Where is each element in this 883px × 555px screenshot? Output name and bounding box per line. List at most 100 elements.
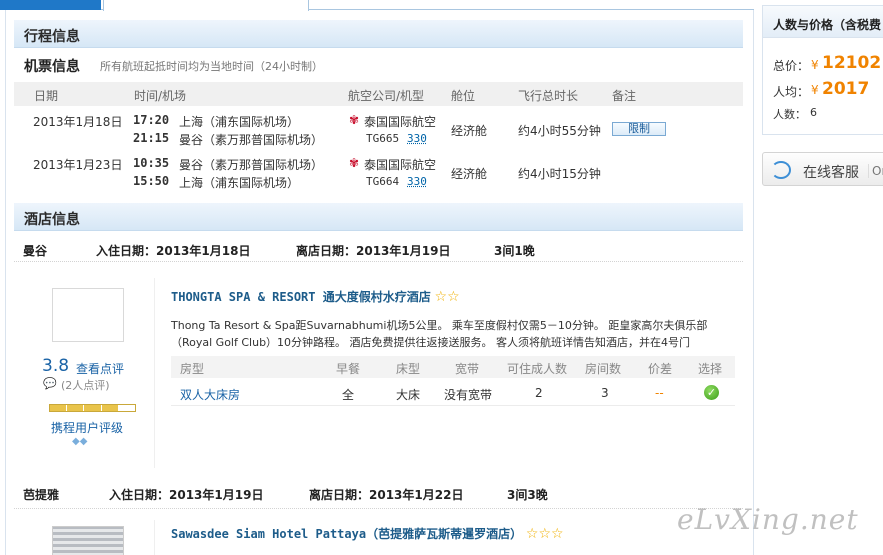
rating-segment	[84, 405, 102, 411]
price-summary-panel: 人数与价格（含税费 总价： ¥ 12102 人均： ¥ 2017 人数： 6	[762, 5, 883, 135]
hotel-score: 3.8	[42, 356, 70, 376]
user-rating-bar	[49, 404, 136, 412]
divider	[154, 278, 155, 468]
rooms-nights: 3间1晚	[494, 244, 535, 258]
thai-airways-logo-icon: ✾	[349, 156, 360, 170]
room-adults: 2	[535, 386, 543, 400]
flight-duration: 约4小时55分钟	[518, 124, 601, 138]
watermark-text: eLvXing.net	[677, 503, 859, 536]
summary-header: 人数与价格（含税费	[763, 6, 883, 38]
hotel-stay-bar: 曼谷 入住日期：2013年1月18日 离店日期：2013年1月19日 3间1晚	[14, 236, 743, 262]
flight-date: 2013年1月18日	[33, 115, 123, 129]
arrival-airport: 曼谷（素万那普国际机场）	[179, 133, 324, 147]
hotel-photo[interactable]	[52, 526, 124, 555]
restriction-button[interactable]: 限制	[612, 121, 666, 136]
summary-title: 人数与价格（含税费	[773, 18, 882, 32]
flights-note: 所有航班起抵时间均为当地时间（24小时制）	[100, 60, 323, 73]
thai-airways-logo-icon: ✾	[349, 113, 360, 127]
order-main-panel: 行程信息 机票信息 所有航班起抵时间均为当地时间（24小时制） 日期 时间/机场…	[5, 10, 754, 555]
divider	[154, 520, 155, 555]
restriction-label: 限制	[612, 122, 666, 136]
room-type-link[interactable]: 双人大床房	[180, 386, 240, 403]
star-rating-icon: ☆☆☆	[525, 526, 564, 542]
rating-segment	[101, 405, 119, 411]
rating-segment	[118, 405, 136, 411]
online-service-button[interactable]: 在线客服 On	[762, 152, 883, 186]
departure-time: 17:20	[133, 113, 170, 127]
col-price-diff: 价差	[648, 362, 673, 376]
online-service-label: 在线客服	[803, 165, 859, 181]
total-price: 12102	[822, 53, 882, 73]
selected-check-icon[interactable]: ✓	[704, 385, 719, 400]
flight-number: TG665	[366, 132, 400, 145]
star-rating-icon: ☆☆	[434, 289, 460, 305]
aircraft-link[interactable]: 330	[407, 175, 427, 188]
col-airline: 航空公司/机型	[348, 89, 425, 103]
checkin-date: 入住日期：2013年1月18日	[96, 244, 251, 258]
col-remark: 备注	[612, 89, 637, 103]
checkout-date: 离店日期：2013年1月22日	[309, 488, 464, 502]
arrival-airport: 上海（浦东国际机场）	[179, 176, 300, 190]
col-broadband: 宽带	[455, 362, 480, 376]
arrival-time: 15:50	[133, 174, 170, 188]
col-select: 选择	[698, 362, 723, 376]
rooms-nights: 3间3晚	[507, 488, 548, 502]
departure-airport: 曼谷（素万那普国际机场）	[179, 158, 324, 172]
hotel-title-row: Sawasdee Siam Hotel Pattaya（芭提雅萨瓦斯蒂暹罗酒店）…	[171, 525, 564, 542]
room-broadband: 没有宽带	[444, 388, 493, 402]
hotel-photo[interactable]	[52, 288, 124, 342]
col-date: 日期	[34, 89, 59, 103]
review-count: (2人点评)	[61, 379, 110, 392]
departure-time: 10:35	[133, 156, 170, 170]
rating-segment	[50, 405, 68, 411]
per-person-price: 2017	[822, 79, 870, 99]
hotel-name-link[interactable]: THONGTA SPA & RESORT 通大度假村水疗酒店	[171, 290, 431, 304]
col-duration: 飞行总时长	[518, 89, 579, 103]
room-bed: 大床	[396, 388, 421, 402]
flight-number: TG664	[366, 175, 400, 188]
per-person-label: 人均：	[773, 85, 810, 99]
divider	[14, 508, 743, 509]
rating-segment	[67, 405, 85, 411]
room-price-diff: --	[655, 386, 664, 400]
col-time-airport: 时间/机场	[134, 89, 187, 103]
room-table-header: 房型 早餐 床型 宽带 可住成人数 房间数 价差 选择	[171, 356, 735, 378]
itinerary-header: 行程信息	[14, 20, 743, 48]
people-count: 6	[810, 106, 817, 119]
room-row: 双人大床房 全 大床 没有宽带 2 3 -- ✓	[171, 378, 735, 406]
stay-city: 曼谷	[23, 244, 48, 258]
cabin-class: 经济舱	[451, 167, 488, 181]
total-label: 总价：	[773, 59, 810, 73]
room-count: 3	[601, 386, 609, 400]
airline-name: 泰国国际航空	[364, 158, 437, 172]
headset-icon	[771, 161, 791, 179]
col-room-type: 房型	[180, 362, 205, 376]
col-cabin: 舱位	[451, 89, 476, 103]
hotel-description-line1: Thong Ta Resort & Spa距Suvarnabhumi机场5公里。…	[171, 319, 708, 332]
tab-previous[interactable]	[0, 0, 101, 10]
speech-bubble-icon: 💬	[43, 377, 57, 390]
rating-label: 携程用户评级	[51, 421, 124, 435]
hotel-description-line2: （Royal Golf Club）10分钟路程。 酒店免费提供往返接送服务。 客…	[171, 336, 691, 349]
view-reviews-link[interactable]: 查看点评	[76, 360, 124, 377]
hotels-header: 酒店信息	[14, 203, 743, 231]
col-adults: 可住成人数	[507, 362, 568, 376]
itinerary-title: 行程信息	[24, 29, 80, 45]
flight-table-header: 日期 时间/机场 航空公司/机型 舱位 飞行总时长 备注	[14, 82, 743, 106]
service-extra-label: On	[868, 164, 883, 178]
stay-city: 芭提雅	[23, 488, 60, 502]
cabin-class: 经济舱	[451, 124, 488, 138]
arrival-time: 21:15	[133, 131, 170, 145]
flight-duration: 约4小时15分钟	[518, 167, 601, 181]
col-breakfast: 早餐	[336, 362, 361, 376]
aircraft-link[interactable]: 330	[407, 132, 427, 145]
col-rooms: 房间数	[585, 362, 622, 376]
checkin-date: 入住日期：2013年1月19日	[109, 488, 264, 502]
col-bed: 床型	[396, 362, 421, 376]
flight-date: 2013年1月23日	[33, 158, 123, 172]
hotel-title-row: THONGTA SPA & RESORT 通大度假村水疗酒店 ☆☆	[171, 288, 460, 305]
hotel-stay-bar: 芭提雅 入住日期：2013年1月19日 离店日期：2013年1月22日 3间3晚	[14, 480, 743, 506]
hotel-name-link[interactable]: Sawasdee Siam Hotel Pattaya（芭提雅萨瓦斯蒂暹罗酒店）	[171, 527, 522, 541]
tab-strip	[0, 0, 754, 11]
diamond-rank-icon: ◆◆	[72, 436, 88, 447]
